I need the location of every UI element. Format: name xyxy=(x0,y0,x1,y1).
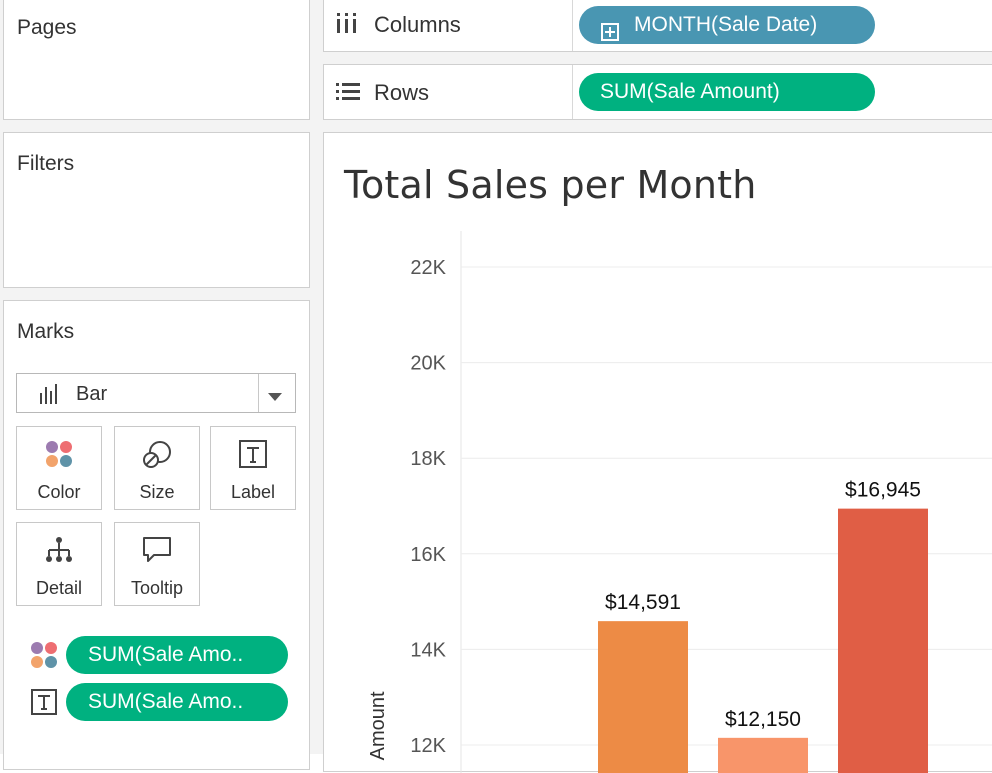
rows-shelf-label-cell: Rows xyxy=(324,65,573,119)
expand-plus-icon[interactable] xyxy=(601,16,619,54)
color-dots-icon xyxy=(30,641,58,674)
chart-view[interactable]: Total Sales per Month 12K 14K 16K 18K 20K 22K… xyxy=(323,132,992,773)
bar[interactable] xyxy=(718,737,808,773)
bar[interactable] xyxy=(838,508,928,773)
tooltip-button-label: Tooltip xyxy=(130,578,184,598)
rows-pill[interactable]: SUM(Sale Amount) xyxy=(579,73,875,111)
y-tick-label: 16K xyxy=(410,544,446,566)
y-tick-label: 18K xyxy=(410,448,446,470)
bar-data-label: $12,150 xyxy=(725,708,801,731)
y-tick-label: 20K xyxy=(410,353,446,375)
rows-icon xyxy=(336,82,360,107)
hierarchy-icon xyxy=(17,535,101,567)
marks-color-pill[interactable]: SUM(Sale Amo.. xyxy=(66,636,288,674)
rows-pill-label: SUM(Sale Amount) xyxy=(600,80,780,103)
rows-label: Rows xyxy=(374,80,430,105)
marks-title: Marks xyxy=(17,320,75,343)
filters-title: Filters xyxy=(17,152,75,175)
columns-icon xyxy=(336,13,358,38)
marks-color-pill-label: SUM(Sale Amo.. xyxy=(88,643,244,666)
pages-card[interactable]: Pages xyxy=(3,0,310,120)
y-tick-label: 22K xyxy=(410,257,446,279)
mark-type-dropdown[interactable]: Bar xyxy=(16,373,296,413)
size-circles-icon xyxy=(115,439,199,471)
bar-data-label: $14,591 xyxy=(605,591,681,614)
y-tick-label: 14K xyxy=(410,639,446,661)
size-button[interactable]: Size xyxy=(114,426,200,510)
columns-label: Columns xyxy=(374,12,461,37)
chevron-down-icon[interactable] xyxy=(267,389,283,407)
color-button-label: Color xyxy=(37,482,81,502)
detail-button-label: Detail xyxy=(35,578,83,598)
columns-shelf-label-cell: Columns xyxy=(324,0,573,51)
marks-label-pill[interactable]: SUM(Sale Amo.. xyxy=(66,683,288,721)
pages-title: Pages xyxy=(17,16,77,39)
color-button[interactable]: Color xyxy=(16,426,102,510)
columns-shelf[interactable]: Columns MONTH(Sale Date) xyxy=(323,0,992,52)
label-button-label: Label xyxy=(230,482,276,502)
label-button[interactable]: Label xyxy=(210,426,296,510)
bar-chart-icon xyxy=(39,383,61,410)
speech-bubble-icon xyxy=(115,535,199,567)
text-label-icon xyxy=(31,689,57,720)
detail-button[interactable]: Detail xyxy=(16,522,102,606)
rows-shelf[interactable]: Rows SUM(Sale Amount) xyxy=(323,64,992,120)
columns-pill-label: MONTH(Sale Date) xyxy=(634,13,818,36)
columns-pill[interactable]: MONTH(Sale Date) xyxy=(579,6,875,44)
y-axis-title: Amount xyxy=(367,691,389,760)
mark-type-label: Bar xyxy=(76,383,108,405)
text-label-icon xyxy=(211,439,295,471)
filters-card[interactable]: Filters xyxy=(3,132,310,288)
bar-chart: 12K14K16K18K20K22KAmount$14,591$12,150$1… xyxy=(367,231,992,773)
marks-label-pill-label: SUM(Sale Amo.. xyxy=(88,690,244,713)
tooltip-button[interactable]: Tooltip xyxy=(114,522,200,606)
bar[interactable] xyxy=(598,621,688,773)
color-dots-icon xyxy=(17,439,101,471)
size-button-label: Size xyxy=(139,482,175,502)
bar-data-label: $16,945 xyxy=(845,479,921,502)
dropdown-divider xyxy=(258,374,259,412)
